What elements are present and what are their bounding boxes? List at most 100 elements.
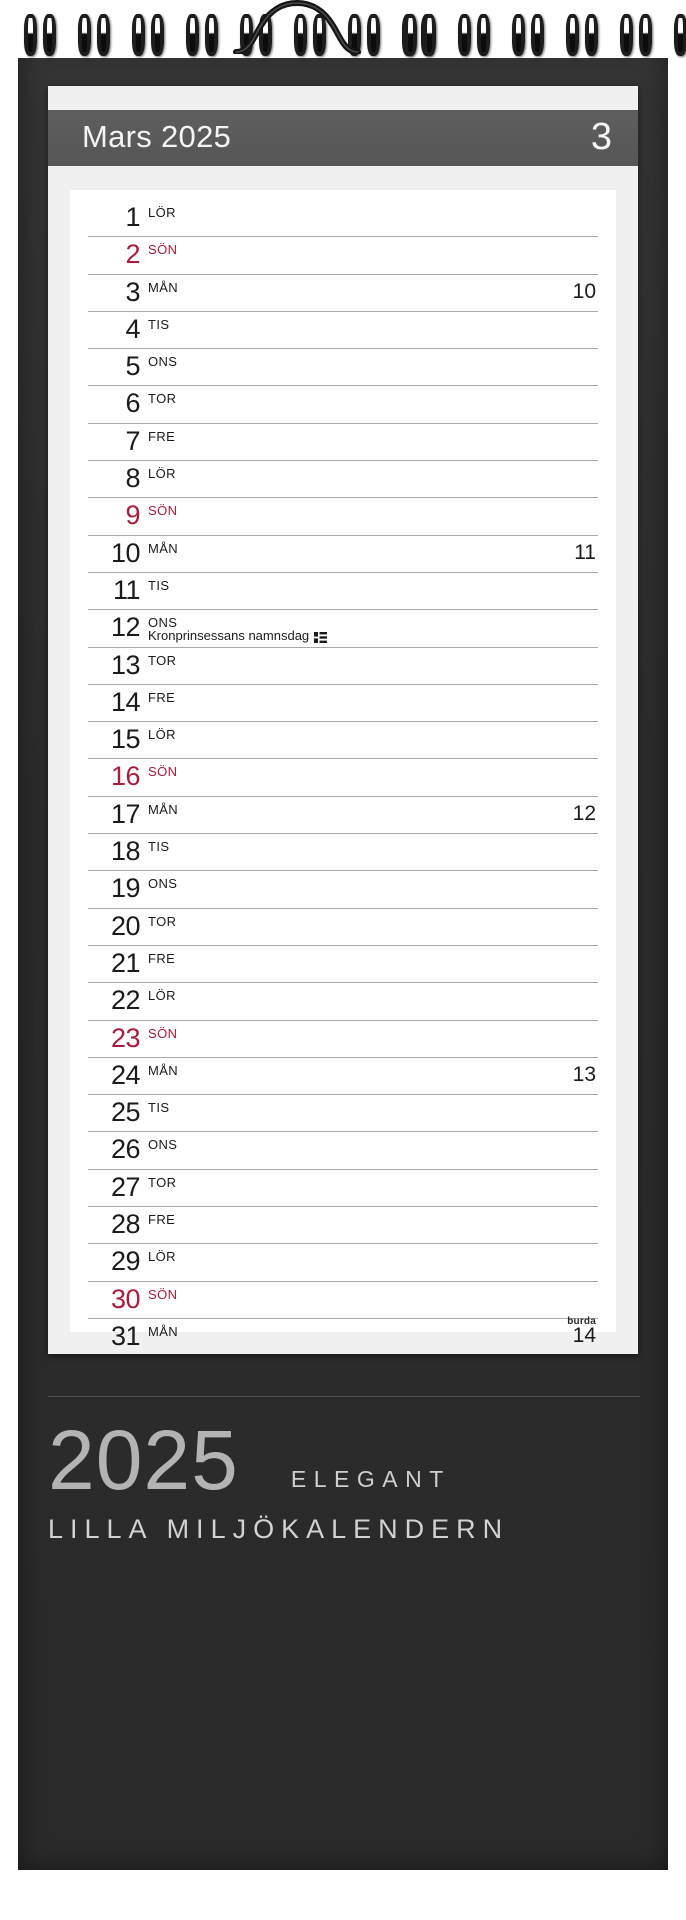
day-number: 17 <box>110 798 141 829</box>
day-number: 12 <box>110 612 141 643</box>
day-row[interactable]: 20 TOR <box>88 909 598 946</box>
weekday-abbreviation: MÅN <box>148 1062 179 1078</box>
day-row[interactable]: 16 SÖN <box>88 759 598 797</box>
spiral-ring <box>24 14 37 56</box>
weekday-abbreviation: LÖR <box>148 727 176 743</box>
day-row[interactable]: 23 SÖN <box>88 1021 598 1058</box>
spiral-ring <box>477 14 490 56</box>
day-event-note: Kronprinsessans namnsdag <box>148 629 328 643</box>
day-number: 20 <box>110 910 141 941</box>
day-row[interactable]: 12 ONS Kronprinsessans namnsdag <box>88 610 598 648</box>
weekday-abbreviation: ONS <box>148 354 178 370</box>
footer-series-name: ELEGANT <box>290 1466 451 1492</box>
week-number: 12 <box>572 801 596 825</box>
day-row[interactable]: 14 FRE <box>88 685 598 723</box>
day-number: 2 <box>125 239 140 270</box>
day-row[interactable]: 4 TIS <box>88 312 598 350</box>
day-list-inner: 1 LÖR 2 SÖN 3 MÅN 10 4 TIS 5 ONS 6 TOR 7 FRE 8 LÖR 9 SÖN 10… <box>70 190 616 1351</box>
day-row[interactable]: 21 FRE <box>88 946 598 984</box>
day-number: 11 <box>112 574 141 605</box>
day-number: 3 <box>125 276 140 307</box>
spiral-ring <box>97 14 110 56</box>
weekday-abbreviation: FRE <box>148 428 176 444</box>
day-row[interactable]: 6 TOR <box>88 386 598 424</box>
day-number: 22 <box>110 985 141 1016</box>
day-row[interactable]: 18 TIS <box>88 834 598 872</box>
weekday-abbreviation: MÅN <box>148 279 179 295</box>
spiral-ring <box>531 14 544 56</box>
day-row[interactable]: 26 ONS <box>88 1132 598 1170</box>
day-row[interactable]: 22 LÖR <box>88 983 598 1021</box>
day-number: 9 <box>125 500 140 531</box>
weekday-abbreviation: TIS <box>148 1100 170 1116</box>
day-row[interactable]: 2 SÖN <box>88 237 598 275</box>
weekday-abbreviation: ONS <box>148 876 178 892</box>
day-row[interactable]: 1 LÖR <box>88 200 598 238</box>
spiral-ring <box>132 14 145 56</box>
weekday-abbreviation: TOR <box>148 1174 177 1190</box>
weekday-abbreviation: MÅN <box>148 1323 179 1339</box>
spiral-ring <box>151 14 164 56</box>
spiral-ring <box>458 14 471 56</box>
day-number: 29 <box>110 1246 141 1277</box>
day-number: 26 <box>110 1134 141 1165</box>
day-row[interactable]: 31 MÅN 14 <box>88 1319 598 1356</box>
weekday-abbreviation: SÖN <box>148 242 178 258</box>
flag-day-icon <box>314 631 328 643</box>
day-row[interactable]: 24 MÅN 13 <box>88 1058 598 1096</box>
day-row[interactable]: 27 TOR <box>88 1170 598 1208</box>
day-number: 25 <box>110 1097 141 1128</box>
day-row[interactable]: 13 TOR <box>88 648 598 685</box>
calendar-page: Mars 2025 3 1 LÖR 2 SÖN 3 MÅN 10 4 TIS 5 ONS 6 TOR 7 F… <box>48 86 638 1354</box>
day-row[interactable]: 29 LÖR <box>88 1244 598 1282</box>
day-row[interactable]: 9 SÖN <box>88 498 598 536</box>
spiral-ring <box>78 14 91 56</box>
day-row[interactable]: 17 MÅN 12 <box>88 797 598 835</box>
weekday-abbreviation: LÖR <box>148 466 176 482</box>
day-row[interactable]: 11 TIS <box>88 573 598 611</box>
day-number: 6 <box>125 388 140 419</box>
day-number: 18 <box>110 836 141 867</box>
day-row[interactable]: 5 ONS <box>88 349 598 387</box>
weekday-abbreviation: TOR <box>148 391 177 407</box>
weekday-abbreviation: TIS <box>148 839 170 855</box>
day-row[interactable]: 19 ONS <box>88 871 598 909</box>
day-number: 27 <box>110 1171 141 1202</box>
footer-product-name: LILLA MILJÖKALENDERN <box>48 1514 510 1544</box>
day-row[interactable]: 10 MÅN 11 <box>88 536 598 573</box>
day-row[interactable]: 15 LÖR <box>88 722 598 760</box>
weekday-abbreviation: FRE <box>148 689 176 705</box>
spiral-ring <box>205 14 218 56</box>
day-row[interactable]: 25 TIS <box>88 1095 598 1133</box>
spiral-ring <box>566 14 579 56</box>
weekday-abbreviation: TOR <box>148 652 177 668</box>
weekday-abbreviation: LÖR <box>148 205 176 220</box>
day-number: 4 <box>125 313 140 344</box>
spiral-ring <box>585 14 598 56</box>
spiral-ring <box>367 14 380 56</box>
day-row[interactable]: 7 FRE <box>88 424 598 462</box>
day-row[interactable]: 30 SÖN <box>88 1282 598 1319</box>
day-row[interactable]: 8 LÖR <box>88 461 598 499</box>
wall-calendar: Mars 2025 3 1 LÖR 2 SÖN 3 MÅN 10 4 TIS 5 ONS 6 TOR 7 F… <box>0 0 686 1920</box>
weekday-abbreviation: TIS <box>148 316 170 332</box>
burda-logo: burda <box>567 1316 596 1327</box>
day-number: 13 <box>110 649 141 680</box>
spiral-ring <box>639 14 652 56</box>
spiral-ring <box>423 14 436 56</box>
weekday-abbreviation: SÖN <box>148 1286 178 1302</box>
weekday-abbreviation: FRE <box>148 1212 176 1228</box>
day-number: 14 <box>110 686 141 717</box>
month-number: 3 <box>590 115 612 158</box>
day-number: 15 <box>110 724 141 755</box>
day-number: 28 <box>110 1209 141 1240</box>
hanger-loop-icon <box>232 0 362 55</box>
weekday-abbreviation: LÖR <box>148 1249 176 1265</box>
day-number: 31 <box>110 1320 141 1351</box>
spiral-ring <box>620 14 633 56</box>
weekday-abbreviation: LÖR <box>148 988 176 1004</box>
day-row[interactable]: 28 FRE <box>88 1207 598 1245</box>
weekday-abbreviation: SÖN <box>148 503 178 519</box>
weekday-abbreviation: MÅN <box>148 801 179 817</box>
day-row[interactable]: 3 MÅN 10 <box>88 275 598 312</box>
